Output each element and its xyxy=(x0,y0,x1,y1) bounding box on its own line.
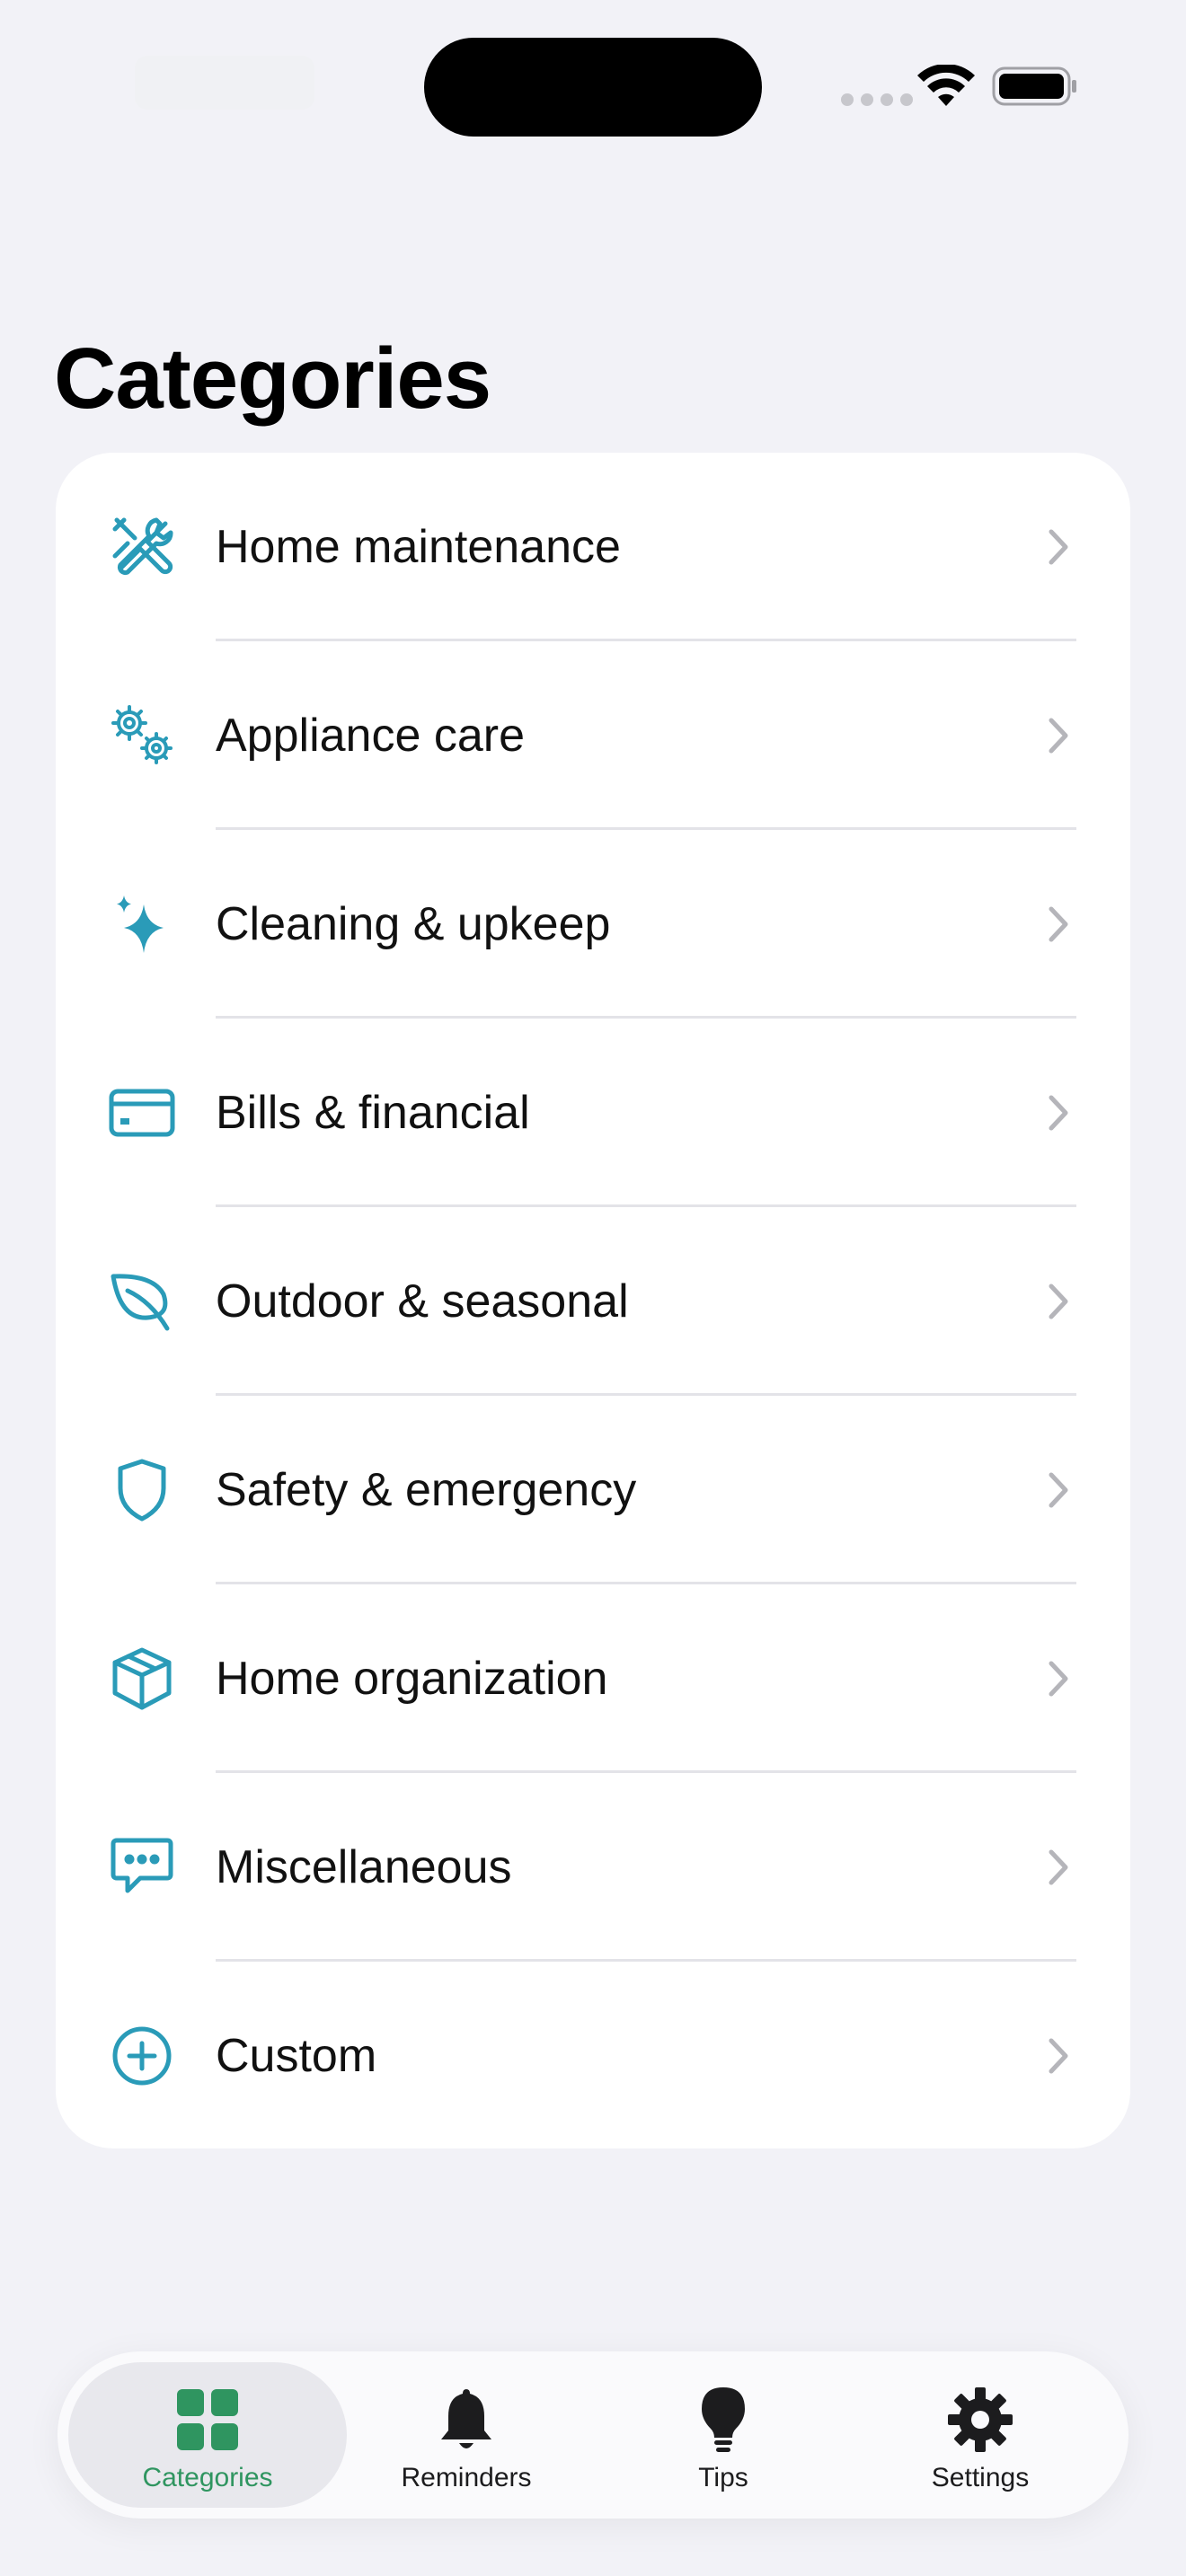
chevron-right-icon xyxy=(1049,1472,1068,1508)
chevron-right-icon xyxy=(1049,1661,1068,1697)
box-icon xyxy=(108,1645,176,1713)
status-bar xyxy=(0,0,1186,144)
battery-icon xyxy=(992,66,1076,106)
dynamic-island xyxy=(424,38,762,137)
category-label: Bills & financial xyxy=(216,1087,530,1139)
plus-circle-icon xyxy=(108,2022,176,2090)
tools-icon xyxy=(108,513,176,581)
category-row-custom[interactable]: Custom xyxy=(56,1962,1130,2148)
chevron-right-icon xyxy=(1049,1095,1068,1131)
category-row-home-organization[interactable]: Home organization xyxy=(56,1584,1130,1773)
leaf-icon xyxy=(108,1267,176,1336)
chevron-right-icon xyxy=(1049,2038,1068,2074)
category-label: Safety & emergency xyxy=(216,1464,637,1516)
chevron-right-icon xyxy=(1049,1284,1068,1319)
status-time xyxy=(135,56,314,110)
category-row-home-maintenance[interactable]: Home maintenance xyxy=(56,453,1130,641)
category-row-appliance-care[interactable]: Appliance care xyxy=(56,641,1130,830)
wifi-icon xyxy=(917,65,975,106)
category-label: Home maintenance xyxy=(216,521,621,573)
category-label: Appliance care xyxy=(216,710,525,762)
grid-icon xyxy=(177,2389,238,2450)
categories-list: Home maintenance Appliance care Cleaning… xyxy=(56,453,1130,2148)
cellular-signal-icon xyxy=(841,93,913,106)
chevron-right-icon xyxy=(1049,906,1068,942)
chat-bubble-icon xyxy=(108,1833,176,1901)
category-row-bills-financial[interactable]: Bills & financial xyxy=(56,1019,1130,1207)
sparkles-icon xyxy=(108,890,176,958)
gears-icon xyxy=(108,701,176,770)
category-row-miscellaneous[interactable]: Miscellaneous xyxy=(56,1773,1130,1962)
tab-label: Reminders xyxy=(401,2463,532,2492)
tab-label: Settings xyxy=(931,2463,1030,2492)
category-label: Miscellaneous xyxy=(216,1841,512,1893)
lightbulb-icon xyxy=(702,2387,745,2452)
tab-tips[interactable]: Tips xyxy=(584,2362,863,2508)
tab-reminders[interactable]: Reminders xyxy=(327,2362,606,2508)
category-row-cleaning-upkeep[interactable]: Cleaning & upkeep xyxy=(56,830,1130,1019)
tab-label: Categories xyxy=(142,2463,273,2492)
category-row-safety-emergency[interactable]: Safety & emergency xyxy=(56,1396,1130,1584)
category-label: Home organization xyxy=(216,1653,608,1705)
gear-icon xyxy=(948,2387,1013,2452)
chevron-right-icon xyxy=(1049,1849,1068,1885)
bell-icon xyxy=(441,2389,491,2448)
chevron-right-icon xyxy=(1049,718,1068,754)
page-title: Categories xyxy=(54,331,491,427)
category-label: Custom xyxy=(216,2030,377,2082)
category-row-outdoor-seasonal[interactable]: Outdoor & seasonal xyxy=(56,1207,1130,1396)
tab-label: Tips xyxy=(698,2463,748,2492)
tab-categories[interactable]: Categories xyxy=(68,2362,347,2508)
credit-card-icon xyxy=(108,1079,176,1147)
chevron-right-icon xyxy=(1049,529,1068,565)
tab-bar: Categories Reminders Tips Settings xyxy=(58,2351,1128,2519)
category-label: Outdoor & seasonal xyxy=(216,1275,629,1328)
category-label: Cleaning & upkeep xyxy=(216,898,611,950)
shield-icon xyxy=(108,1456,176,1524)
tab-settings[interactable]: Settings xyxy=(841,2362,1120,2508)
